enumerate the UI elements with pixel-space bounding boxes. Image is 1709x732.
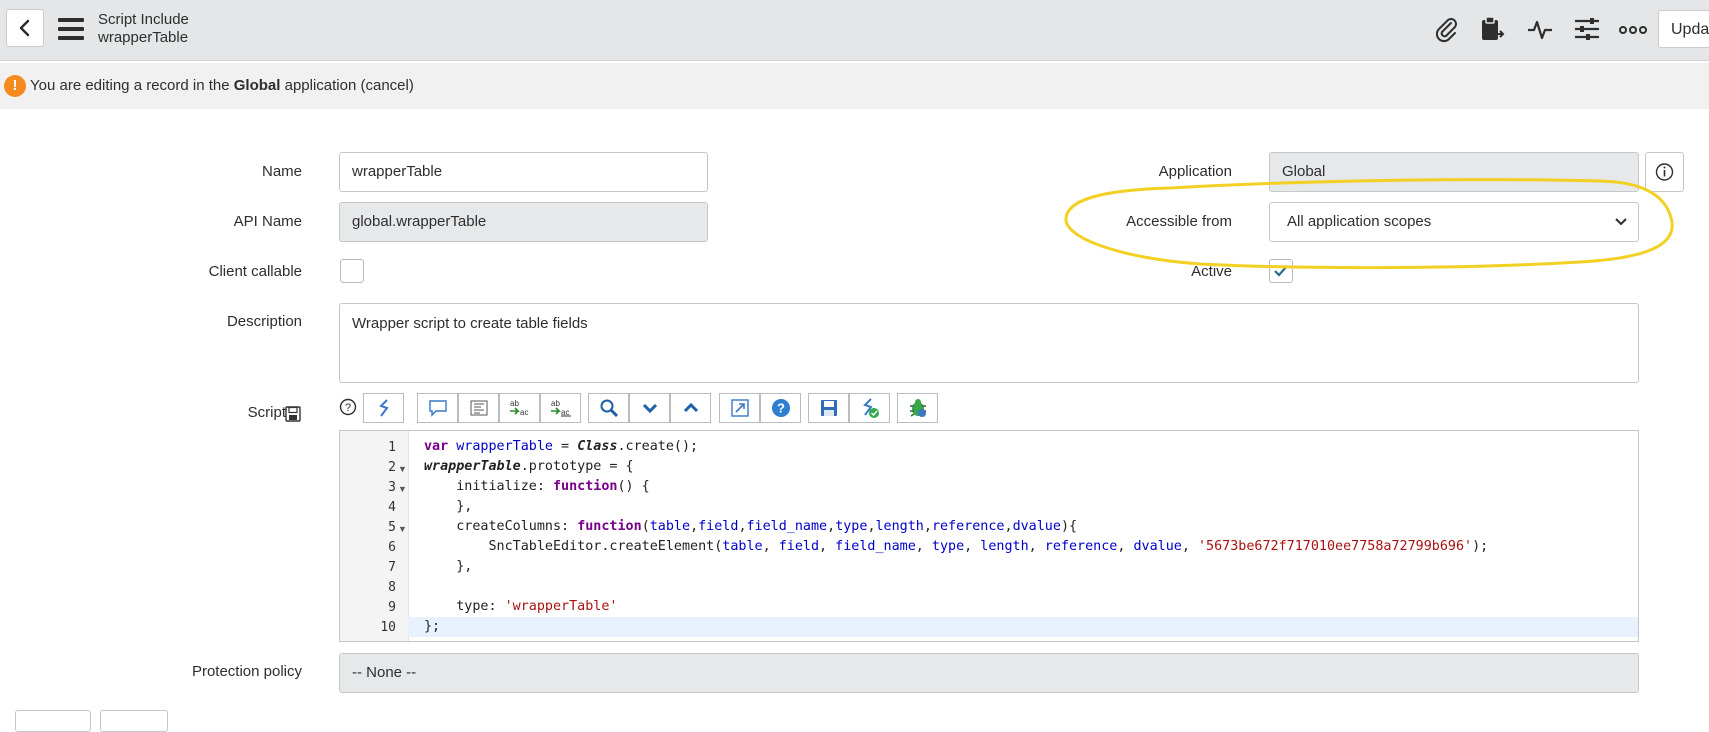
svg-text:?: ? bbox=[777, 401, 785, 416]
active-line-highlight bbox=[408, 617, 1638, 637]
code-line[interactable]: }, bbox=[424, 499, 472, 514]
code-line[interactable]: SncTableEditor.createElement(table, fiel… bbox=[424, 539, 1488, 554]
banner-message: You are editing a record in the Global a… bbox=[30, 77, 414, 94]
question-icon: ? bbox=[771, 399, 790, 417]
warning-icon: ! bbox=[4, 75, 26, 97]
bottom-update-button[interactable] bbox=[15, 710, 91, 732]
debug-button[interactable] bbox=[897, 393, 938, 423]
svg-text:ac: ac bbox=[520, 408, 528, 417]
replace-all-icon: abac bbox=[550, 399, 571, 417]
code-line[interactable]: createColumns: function(table,field,fiel… bbox=[424, 519, 1077, 534]
line-number: 3 bbox=[388, 480, 396, 495]
comment-icon bbox=[428, 400, 447, 417]
code-line[interactable]: wrapperTable.prototype = { bbox=[424, 459, 634, 474]
line-number: 1 bbox=[388, 440, 396, 455]
svg-text:ab: ab bbox=[510, 399, 519, 408]
chevron-down-icon bbox=[642, 403, 657, 414]
search-icon bbox=[600, 399, 618, 418]
replace-all-button[interactable]: ab ac bbox=[540, 393, 581, 423]
api-name-label: API Name bbox=[233, 213, 302, 230]
toggle-syntax-button[interactable] bbox=[363, 393, 404, 423]
protection-policy-select[interactable]: -- None -- bbox=[339, 653, 1639, 693]
save-script-icon[interactable] bbox=[285, 406, 301, 427]
find-next-button[interactable] bbox=[629, 393, 670, 423]
paperclip-icon[interactable] bbox=[1431, 14, 1461, 44]
comment-button[interactable] bbox=[417, 393, 458, 423]
code-line[interactable]: }; bbox=[424, 619, 440, 634]
replace-button[interactable]: ab ac bbox=[499, 393, 540, 423]
chevron-up-icon bbox=[683, 402, 698, 413]
back-button[interactable] bbox=[6, 9, 44, 47]
svg-text:ab: ab bbox=[551, 399, 560, 408]
highlight-annotation bbox=[1064, 178, 1674, 270]
sliders-icon[interactable] bbox=[1572, 14, 1602, 44]
code-line[interactable]: type: 'wrapperTable' bbox=[424, 599, 617, 614]
format-icon bbox=[470, 400, 487, 416]
menu-icon[interactable] bbox=[58, 18, 84, 40]
description-label: Description bbox=[226, 313, 302, 330]
syntax-check-icon bbox=[862, 398, 879, 418]
client-callable-checkbox[interactable] bbox=[340, 259, 364, 283]
line-number: 7 bbox=[388, 560, 396, 575]
back-icon bbox=[19, 19, 30, 37]
syntax-check-button[interactable] bbox=[849, 393, 890, 423]
line-number: 9 bbox=[388, 600, 396, 615]
record-type: Script Include bbox=[98, 11, 189, 28]
find-previous-button[interactable] bbox=[670, 393, 711, 423]
name-field[interactable]: wrapperTable bbox=[339, 152, 708, 192]
line-number: 6 bbox=[388, 540, 396, 555]
save-icon bbox=[820, 400, 837, 416]
line-number: 8 bbox=[388, 580, 396, 595]
fold-arrow-icon[interactable]: ▼ bbox=[398, 464, 407, 474]
update-button[interactable]: Update bbox=[1658, 10, 1709, 48]
script-label: Script bbox=[247, 404, 286, 421]
more-icon[interactable] bbox=[1618, 14, 1648, 44]
record-name: wrapperTable bbox=[98, 29, 189, 46]
banner-prefix: You are editing a record in the bbox=[30, 77, 234, 94]
banner-suffix: application bbox=[280, 77, 361, 94]
save-button[interactable] bbox=[808, 393, 849, 423]
code-line[interactable]: }, bbox=[424, 559, 472, 574]
code-line[interactable] bbox=[424, 579, 432, 594]
expand-icon bbox=[730, 399, 749, 417]
syntax-toggle-icon bbox=[378, 399, 389, 417]
bottom-delete-button[interactable] bbox=[100, 710, 168, 732]
script-editor[interactable]: 1 2 3 4 5 6 7 8 9 10 ▼ ▼ ▼ var wrapperTa… bbox=[339, 430, 1639, 642]
client-callable-label: Client callable bbox=[208, 263, 302, 280]
name-label: Name bbox=[261, 163, 302, 180]
fullscreen-button[interactable] bbox=[719, 393, 760, 423]
script-help-button[interactable]: ? bbox=[760, 393, 801, 423]
line-number: 4 bbox=[388, 500, 396, 515]
replace-icon: abac bbox=[509, 399, 528, 417]
help-icon[interactable]: ? bbox=[339, 398, 357, 421]
line-number: 5 bbox=[388, 520, 396, 535]
api-name-field: global.wrapperTable bbox=[339, 202, 708, 242]
activity-icon[interactable] bbox=[1525, 14, 1555, 44]
bug-icon bbox=[909, 399, 926, 417]
line-number: 2 bbox=[388, 460, 396, 475]
search-button[interactable] bbox=[588, 393, 629, 423]
code-line[interactable]: initialize: function() { bbox=[424, 479, 650, 494]
format-code-button[interactable] bbox=[458, 393, 499, 423]
line-number: 10 bbox=[380, 620, 396, 635]
fold-arrow-icon[interactable]: ▼ bbox=[398, 524, 407, 534]
cancel-link[interactable]: (cancel) bbox=[361, 77, 414, 94]
protection-policy-label: Protection policy bbox=[191, 663, 302, 680]
description-field[interactable]: Wrapper script to create table fields bbox=[339, 303, 1639, 383]
banner-app: Global bbox=[233, 77, 281, 94]
code-line[interactable]: var wrapperTable = Class.create(); bbox=[424, 439, 698, 454]
clipboard-icon[interactable] bbox=[1477, 14, 1507, 44]
svg-text:?: ? bbox=[345, 402, 351, 414]
fold-arrow-icon[interactable]: ▼ bbox=[398, 484, 407, 494]
